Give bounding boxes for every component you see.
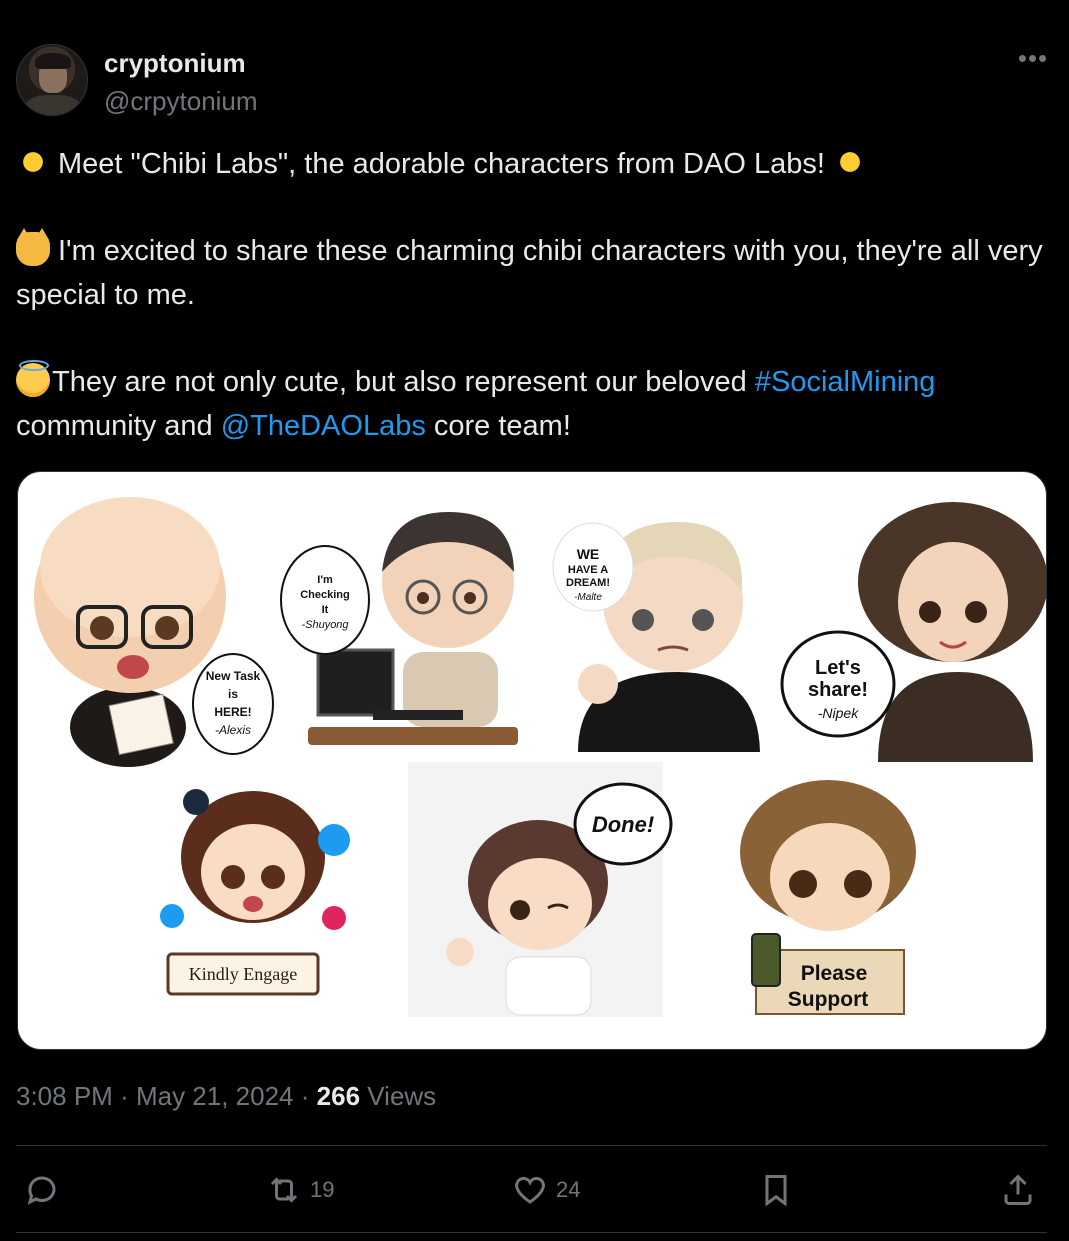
tweet-line-3-end: core team! xyxy=(425,410,571,442)
chibi-collage: New Task is HERE! -Alexis I'm Checking I… xyxy=(34,497,1046,1017)
divider xyxy=(16,1232,1047,1233)
heart-icon xyxy=(515,1176,545,1204)
bookmark-button[interactable] xyxy=(758,1162,794,1218)
retweet-button[interactable]: 19 xyxy=(266,1162,334,1218)
tweet-line-2-text: I'm excited to share these charming chib… xyxy=(16,235,1043,311)
bubble-checking-line2: Checking xyxy=(300,589,350,601)
tweet-line-3-mid: community and xyxy=(16,410,221,442)
action-bar: 19 24 xyxy=(16,1162,1047,1218)
tweet-header: cryptonium @crpytonium ••• xyxy=(16,44,1053,118)
bubble-checking-line3: It xyxy=(322,604,329,616)
reply-button[interactable] xyxy=(24,1162,68,1218)
tweet-media-image[interactable]: New Task is HERE! -Alexis I'm Checking I… xyxy=(17,471,1047,1050)
retweet-count: 19 xyxy=(310,1177,335,1202)
hashtag-link[interactable]: #SocialMining xyxy=(755,366,936,398)
tweet-body: Meet "Chibi Labs", the adorable characte… xyxy=(16,142,1046,448)
avatar-hair xyxy=(35,53,71,69)
kindly-engage-sign: Kindly Engage xyxy=(189,964,297,984)
chibi-woman-character xyxy=(858,502,1046,762)
chibi-support-character: Please Support xyxy=(740,780,916,1015)
bubble-share-sig: -Nipek xyxy=(818,705,859,721)
author-name[interactable]: cryptonium xyxy=(104,48,246,79)
bubble-checking: I'm Checking It -Shuyong xyxy=(280,545,370,655)
author-handle[interactable]: @crpytonium xyxy=(104,86,258,117)
more-options-icon[interactable]: ••• xyxy=(1013,45,1053,80)
like-count: 24 xyxy=(556,1177,581,1202)
tweet-line-1-text: Meet "Chibi Labs", the adorable characte… xyxy=(58,148,825,180)
sun-emoji-icon xyxy=(16,145,50,179)
bubble-share-line1: Let's xyxy=(815,657,861,679)
tweet-time[interactable]: 3:08 PM xyxy=(16,1081,113,1111)
views-label: Views xyxy=(367,1081,437,1111)
share-icon xyxy=(1004,1174,1032,1205)
chibi-engage-character: Kindly Engage xyxy=(160,789,350,996)
bubble-share: Let's share! -Nipek xyxy=(780,630,896,738)
like-button[interactable]: 24 xyxy=(512,1162,580,1218)
retweet-icon xyxy=(270,1177,298,1203)
bubble-new-task-line3: HERE! xyxy=(214,705,251,719)
bubble-new-task-sig: -Alexis xyxy=(215,723,251,737)
tweet-date[interactable]: May 21, 2024 xyxy=(136,1081,294,1111)
please-sign-line2: Support xyxy=(788,988,868,1011)
bubble-share-line2: share! xyxy=(808,679,868,701)
halo-emoji-icon xyxy=(16,360,50,397)
tweet-line-3: They are not only cute, but also represe… xyxy=(16,360,1046,448)
tweet-line-1: Meet "Chibi Labs", the adorable characte… xyxy=(16,142,1046,186)
cat-emoji-icon xyxy=(16,228,50,266)
tweet-meta: 3:08 PM · May 21, 2024 · 266 Views xyxy=(16,1081,436,1112)
bubble-new-task-line1: New Task xyxy=(206,669,261,683)
chibi-done-character: Done! xyxy=(408,762,673,1017)
bubble-dream-line2: HAVE A xyxy=(568,564,608,576)
views-count: 266 xyxy=(316,1081,361,1111)
tweet-line-2: I'm excited to share these charming chib… xyxy=(16,228,1046,317)
bubble-dream-sig: -Malte xyxy=(574,592,602,603)
bookmark-icon xyxy=(765,1175,787,1207)
avatar[interactable] xyxy=(16,44,88,116)
bubble-checking-line1: I'm xyxy=(317,574,333,586)
meta-separator: · xyxy=(300,1081,310,1111)
sun-emoji-icon xyxy=(832,145,867,179)
bubble-new-task: New Task is HERE! -Alexis xyxy=(192,653,274,755)
bubble-dream-line1: WE xyxy=(577,546,600,562)
avatar-torso xyxy=(25,95,81,115)
bubble-new-task-line2: is xyxy=(228,687,238,701)
share-button[interactable] xyxy=(1000,1162,1036,1218)
bubble-done: Done! xyxy=(592,812,654,837)
meta-separator: · xyxy=(120,1081,129,1111)
tweet-line-3-text: They are not only cute, but also represe… xyxy=(52,366,755,398)
bubble-dream-line3: DREAM! xyxy=(566,577,610,589)
bubble-dream: WE HAVE A DREAM! -Malte xyxy=(552,522,634,612)
reply-icon xyxy=(27,1176,56,1205)
please-sign-line1: Please xyxy=(801,962,868,985)
mention-link[interactable]: @TheDAOLabs xyxy=(221,410,426,442)
bubble-checking-sig: -Shuyong xyxy=(301,619,349,631)
divider xyxy=(16,1145,1047,1146)
